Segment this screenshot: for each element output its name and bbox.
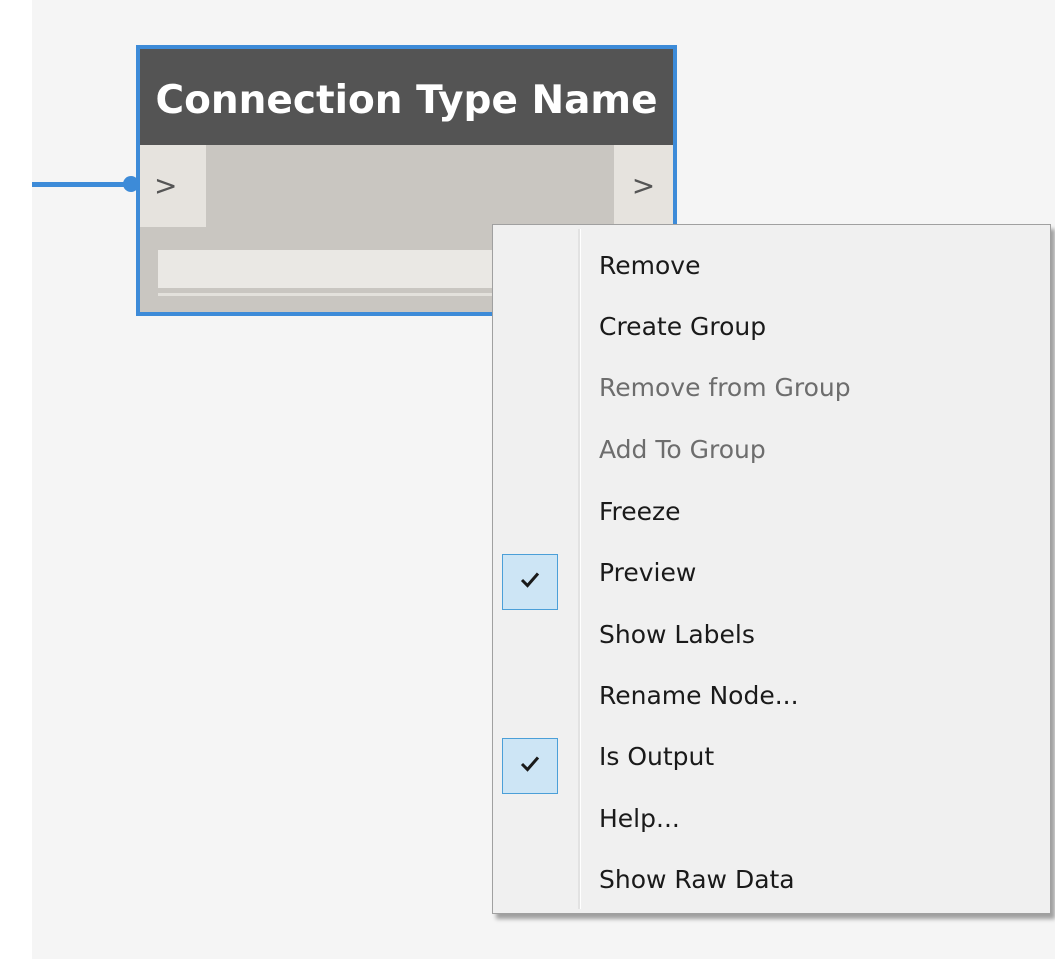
menu-item-label: Show Raw Data: [599, 865, 795, 894]
menu-item-label: Freeze: [599, 497, 681, 526]
menu-item-help[interactable]: Help...: [493, 788, 1050, 849]
menu-item-add-to-group: Add To Group: [493, 419, 1050, 480]
connector-wire[interactable]: [32, 182, 130, 187]
menu-item-remove-from-group: Remove from Group: [493, 357, 1050, 418]
node-context-menu: Remove Create Group Remove from Group Ad…: [492, 224, 1051, 914]
menu-item-freeze[interactable]: Freeze: [493, 481, 1050, 542]
menu-item-rename-node[interactable]: Rename Node...: [493, 665, 1050, 726]
menu-item-show-labels[interactable]: Show Labels: [493, 604, 1050, 665]
menu-item-label: Preview: [599, 558, 697, 587]
input-port[interactable]: >: [140, 145, 206, 227]
menu-item-label: Rename Node...: [599, 681, 799, 710]
menu-item-label: Create Group: [599, 312, 767, 341]
menu-item-label: Help...: [599, 804, 680, 833]
menu-item-show-raw-data[interactable]: Show Raw Data: [493, 849, 1050, 910]
menu-item-preview[interactable]: Preview: [493, 542, 1050, 610]
output-port[interactable]: >: [614, 145, 673, 227]
menu-item-is-output[interactable]: Is Output: [493, 726, 1050, 794]
menu-item-label: Is Output: [599, 742, 715, 771]
menu-item-create-group[interactable]: Create Group: [493, 296, 1050, 357]
checkmark-icon: [502, 554, 558, 610]
menu-item-label: Remove: [599, 251, 701, 280]
menu-item-label: Add To Group: [599, 435, 766, 464]
menu-item-remove[interactable]: Remove: [493, 235, 1050, 296]
menu-item-label: Remove from Group: [599, 373, 851, 402]
node-title[interactable]: Connection Type Name: [140, 49, 673, 145]
menu-item-label: Show Labels: [599, 620, 755, 649]
checkmark-icon: [502, 738, 558, 794]
